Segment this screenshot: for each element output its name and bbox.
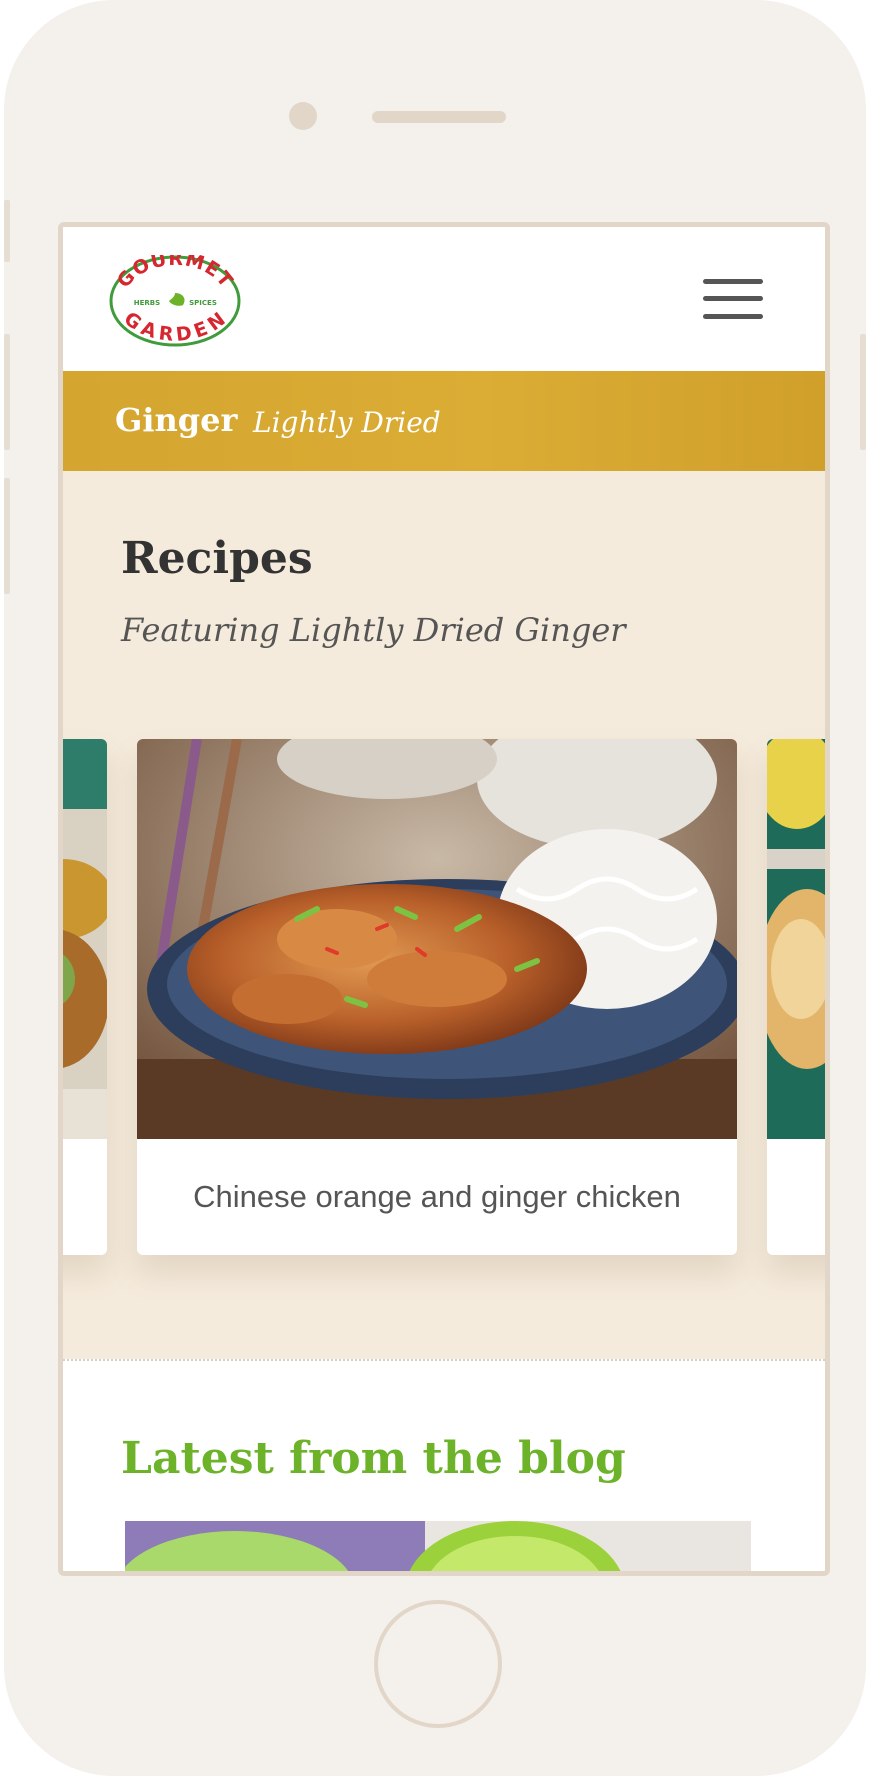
front-camera <box>289 102 317 130</box>
recipes-section: Recipes Featuring Lightly Dried Ginger C… <box>63 471 825 1359</box>
phone-frame: GOURMET GARDEN HERBS SPICES Ginger Light… <box>4 0 866 1776</box>
recipe-card-previous[interactable] <box>63 739 107 1255</box>
recipes-subtitle: Featuring Lightly Dried Ginger <box>121 611 626 649</box>
recipe-photo <box>137 739 737 1139</box>
volume-up-button <box>4 334 10 450</box>
product-variant: Lightly Dried <box>253 406 441 439</box>
recipe-card[interactable]: Chinese orange and ginger chicken <box>137 739 737 1255</box>
blog-post-image[interactable] <box>125 1521 751 1576</box>
home-button[interactable] <box>374 1600 502 1728</box>
recipe-card-next[interactable] <box>767 739 825 1255</box>
hamburger-menu-icon[interactable] <box>703 279 763 319</box>
product-name: Ginger <box>115 401 238 439</box>
recipe-photo-previous <box>63 739 107 1139</box>
blog-title: Latest from the blog <box>121 1433 626 1484</box>
recipe-card-caption[interactable]: Chinese orange and ginger chicken <box>137 1139 737 1255</box>
logo-text-herbs: HERBS <box>134 299 160 307</box>
screen: GOURMET GARDEN HERBS SPICES Ginger Light… <box>58 222 830 1576</box>
logo-text-spices: SPICES <box>189 299 217 307</box>
gourmet-garden-logo[interactable]: GOURMET GARDEN HERBS SPICES <box>109 255 241 347</box>
volume-down-button <box>4 478 10 594</box>
power-button <box>860 334 866 450</box>
site-header: GOURMET GARDEN HERBS SPICES <box>63 227 825 371</box>
mute-switch <box>4 200 10 262</box>
recipe-photo-next <box>767 739 825 1139</box>
recipes-title: Recipes <box>121 533 313 584</box>
earpiece-speaker <box>372 111 506 123</box>
product-band: Ginger Lightly Dried <box>63 371 825 471</box>
blog-section: Latest from the blog <box>63 1361 825 1571</box>
